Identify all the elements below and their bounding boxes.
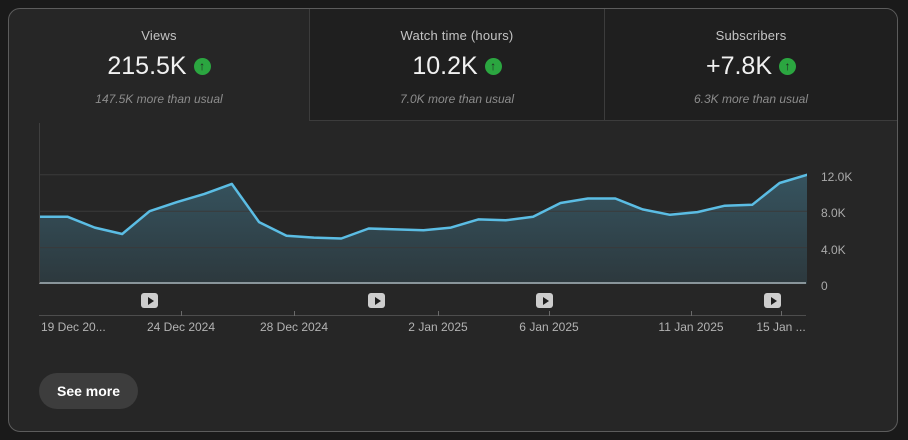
video-play-marker-icon[interactable] bbox=[764, 293, 781, 308]
video-play-marker-icon[interactable] bbox=[536, 293, 553, 308]
metric-tabs: Views 215.5K ↑ 147.5K more than usual Wa… bbox=[9, 9, 897, 121]
views-area-chart[interactable] bbox=[39, 123, 806, 284]
x-tick-label: 2 Jan 2025 bbox=[408, 320, 467, 334]
channel-analytics-card: Views 215.5K ↑ 147.5K more than usual Wa… bbox=[8, 8, 898, 432]
x-axis-line bbox=[39, 315, 806, 316]
play-triangle-icon bbox=[375, 297, 381, 305]
tab-watch-time-label: Watch time (hours) bbox=[401, 28, 514, 43]
x-tick-label: 28 Dec 2024 bbox=[260, 320, 328, 334]
y-tick-label: 8.0K bbox=[821, 205, 846, 221]
video-published-markers bbox=[39, 293, 806, 311]
y-tick-label: 0 bbox=[821, 278, 828, 294]
tab-subscribers[interactable]: Subscribers +7.8K ↑ 6.3K more than usual bbox=[604, 9, 897, 121]
x-axis-tick bbox=[181, 311, 182, 316]
play-triangle-icon bbox=[148, 297, 154, 305]
tab-subscribers-label: Subscribers bbox=[716, 28, 787, 43]
x-tick-label: 6 Jan 2025 bbox=[519, 320, 578, 334]
y-tick-label: 4.0K bbox=[821, 242, 846, 258]
play-triangle-icon bbox=[771, 297, 777, 305]
tab-watch-time[interactable]: Watch time (hours) 10.2K ↑ 7.0K more tha… bbox=[309, 9, 604, 121]
x-axis-tick bbox=[294, 311, 295, 316]
up-arrow-icon: ↑ bbox=[779, 58, 796, 75]
x-tick-label: 24 Dec 2024 bbox=[147, 320, 215, 334]
x-axis-tick bbox=[438, 311, 439, 316]
tab-views-label: Views bbox=[141, 28, 176, 43]
analytics-page: Views 215.5K ↑ 147.5K more than usual Wa… bbox=[0, 0, 908, 440]
up-arrow-icon: ↑ bbox=[194, 58, 211, 75]
x-axis-labels: 19 Dec 20... 24 Dec 2024 28 Dec 2024 2 Jan … bbox=[39, 320, 829, 338]
play-triangle-icon bbox=[543, 297, 549, 305]
x-tick-label: 19 Dec 20... bbox=[41, 320, 106, 334]
x-axis-tick bbox=[691, 311, 692, 316]
tab-subscribers-value: +7.8K bbox=[706, 52, 772, 81]
x-tick-label: 15 Jan ... bbox=[756, 320, 805, 334]
views-chart-canvas bbox=[40, 123, 807, 284]
tab-views-value: 215.5K bbox=[107, 52, 186, 81]
y-axis-labels: 0 4.0K 8.0K 12.0K bbox=[821, 123, 891, 293]
y-tick-label: 12.0K bbox=[821, 169, 852, 185]
x-tick-label: 11 Jan 2025 bbox=[658, 320, 723, 334]
x-axis-tick bbox=[781, 311, 782, 316]
tab-watch-time-delta: 7.0K more than usual bbox=[400, 92, 514, 106]
tab-watch-time-value: 10.2K bbox=[412, 52, 477, 81]
video-play-marker-icon[interactable] bbox=[368, 293, 385, 308]
tab-subscribers-delta: 6.3K more than usual bbox=[694, 92, 808, 106]
tab-views-delta: 147.5K more than usual bbox=[95, 92, 222, 106]
up-arrow-icon: ↑ bbox=[485, 58, 502, 75]
tab-views[interactable]: Views 215.5K ↑ 147.5K more than usual bbox=[9, 9, 309, 121]
x-axis-tick bbox=[549, 311, 550, 316]
see-more-button[interactable]: See more bbox=[39, 373, 138, 409]
video-play-marker-icon[interactable] bbox=[141, 293, 158, 308]
